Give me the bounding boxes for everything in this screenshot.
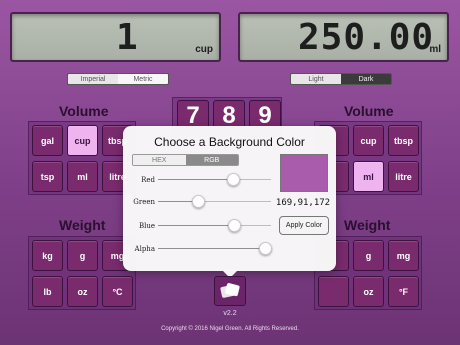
green-slider-track bbox=[158, 201, 271, 202]
left-unit-ml[interactable]: ml bbox=[67, 161, 98, 192]
green-label: Green bbox=[133, 198, 155, 206]
color-preview-swatch bbox=[280, 154, 328, 192]
alpha-label: Alpha bbox=[134, 245, 155, 253]
rgb-value-text: 169,91,172 bbox=[275, 198, 331, 208]
right-unit-tbsp[interactable]: tbsp bbox=[388, 125, 419, 156]
alpha-slider-track bbox=[158, 248, 265, 249]
green-slider-thumb[interactable] bbox=[192, 195, 205, 208]
color-picker-popover: Choose a Background Color HEX RGB Red Gr… bbox=[123, 126, 336, 271]
right-unit-g[interactable]: g bbox=[353, 240, 384, 271]
light-option[interactable]: Light bbox=[291, 74, 341, 84]
left-unit-g[interactable]: g bbox=[67, 240, 98, 271]
right-volume-title: Volume bbox=[344, 103, 394, 119]
blue-label: Blue bbox=[138, 222, 155, 230]
apply-color-button[interactable]: Apply Color bbox=[279, 216, 329, 235]
left-volume-title: Volume bbox=[59, 103, 109, 119]
red-slider-track bbox=[158, 179, 271, 180]
measurement-system-toggle: Imperial Metric bbox=[67, 73, 169, 85]
left-weight-title: Weight bbox=[59, 217, 106, 233]
left-unit-kg[interactable]: kg bbox=[32, 240, 63, 271]
input-display: 1 cup bbox=[10, 12, 221, 62]
output-value: 250.00 bbox=[298, 17, 435, 58]
alpha-slider-fill bbox=[158, 248, 265, 249]
left-volume-panel: gal cup tbsp tsp ml litre bbox=[28, 121, 136, 195]
blue-slider-fill bbox=[158, 225, 234, 226]
color-mode-toggle: HEX RGB bbox=[132, 154, 239, 166]
input-value: 1 bbox=[116, 17, 139, 58]
left-unit-tsp[interactable]: tsp bbox=[32, 161, 63, 192]
rgb-mode-option[interactable]: RGB bbox=[185, 155, 238, 165]
output-display: 250.00 ml bbox=[238, 12, 449, 62]
left-weight-panel: kg g mg lb oz °C bbox=[28, 236, 136, 310]
version-label: v2.2 bbox=[223, 310, 237, 317]
copyright-text: Copyright © 2016 Nigel Green. All Rights… bbox=[161, 326, 299, 332]
right-unit-ml[interactable]: ml bbox=[353, 161, 384, 192]
right-unit-cup[interactable]: cup bbox=[353, 125, 384, 156]
palette-button[interactable] bbox=[214, 276, 246, 306]
metric-option[interactable]: Metric bbox=[118, 74, 168, 84]
left-unit-oz[interactable]: oz bbox=[67, 276, 98, 307]
app-screen: { "display": { "left": {"value": "1", "u… bbox=[0, 0, 460, 345]
right-unit-hidden-4[interactable] bbox=[318, 276, 349, 307]
right-unit-mg[interactable]: mg bbox=[388, 240, 419, 271]
imperial-option[interactable]: Imperial bbox=[68, 74, 118, 84]
hex-mode-option[interactable]: HEX bbox=[133, 155, 186, 165]
palette-icon bbox=[220, 283, 240, 298]
color-picker-title: Choose a Background Color bbox=[154, 135, 305, 149]
right-unit-litre[interactable]: litre bbox=[388, 161, 419, 192]
right-unit-fahrenheit[interactable]: °F bbox=[388, 276, 419, 307]
dark-option[interactable]: Dark bbox=[341, 74, 391, 84]
left-unit-gal[interactable]: gal bbox=[32, 125, 63, 156]
theme-toggle: Light Dark bbox=[290, 73, 392, 85]
left-unit-celsius[interactable]: °C bbox=[102, 276, 133, 307]
red-slider-fill bbox=[158, 179, 233, 180]
red-slider-thumb[interactable] bbox=[227, 173, 240, 186]
right-unit-oz[interactable]: oz bbox=[353, 276, 384, 307]
blue-slider-thumb[interactable] bbox=[228, 219, 241, 232]
output-unit: ml bbox=[429, 44, 441, 55]
left-unit-lb[interactable]: lb bbox=[32, 276, 63, 307]
input-unit: cup bbox=[195, 44, 213, 55]
red-label: Red bbox=[141, 176, 155, 184]
blue-slider-track bbox=[158, 225, 271, 226]
alpha-slider-thumb[interactable] bbox=[259, 242, 272, 255]
left-unit-cup[interactable]: cup bbox=[67, 125, 98, 156]
right-weight-title: Weight bbox=[344, 217, 391, 233]
